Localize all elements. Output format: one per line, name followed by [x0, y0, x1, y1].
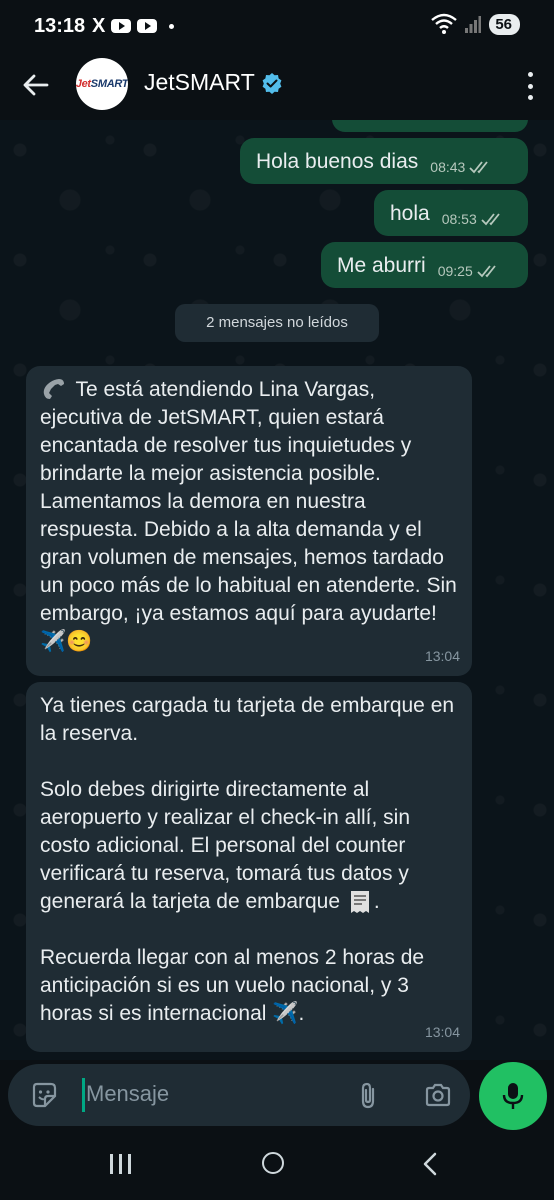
message-paragraph: Recuerda llegar con al menos 2 horas de … [40, 946, 425, 1025]
signal-icon [465, 16, 482, 33]
chat-header: JetSMART JetSMART [0, 52, 554, 120]
message-time: 13:04 [424, 648, 460, 664]
nav-back-icon[interactable] [420, 1152, 442, 1176]
double-check-icon [481, 213, 500, 226]
incoming-message[interactable]: Te está atendiendo Lina Vargas, ejecutiv… [26, 366, 472, 676]
message-text: Hola buenos dias [256, 150, 419, 173]
youtube-icon [137, 19, 158, 33]
notification-icons: X [92, 15, 175, 37]
chat-area[interactable]: Hola buenos dias 08:43 hola 08:53 Me abu… [0, 120, 554, 1060]
paperclip-icon[interactable] [354, 1081, 382, 1109]
message-input[interactable]: Mensaje [86, 1081, 169, 1107]
message-text: Me aburri [337, 254, 426, 277]
contact-name: JetSMART [144, 69, 255, 95]
message-paragraph: Ya tienes cargada tu tarjeta de embarque… [40, 694, 455, 745]
home-icon[interactable] [262, 1152, 284, 1174]
text-cursor [82, 1078, 85, 1112]
status-time: 13:18 [34, 15, 86, 37]
message-paragraph: Solo debes dirigirte directamente al aer… [40, 776, 458, 916]
camera-icon[interactable] [424, 1081, 452, 1109]
system-icons: 56 [431, 13, 520, 35]
message-time: 09:25 [437, 263, 473, 279]
avatar[interactable]: JetSMART [76, 58, 128, 110]
contact-name-area[interactable]: JetSMART [144, 69, 283, 96]
outgoing-message[interactable]: Hola buenos dias 08:43 [240, 138, 528, 184]
x-app-icon: X [92, 15, 106, 37]
message-time: 08:43 [430, 159, 466, 175]
message-meta: 08:43 [430, 158, 493, 176]
outgoing-message[interactable]: hola 08:53 [374, 190, 528, 236]
verified-badge-icon [262, 72, 282, 94]
receipt-icon [350, 891, 369, 914]
jetsmart-logo: JetSMART [76, 78, 128, 90]
message-text: hola [390, 202, 430, 225]
microphone-button[interactable] [479, 1062, 547, 1130]
double-check-icon [469, 161, 489, 174]
unread-messages-divider: 2 mensajes no leídos [175, 304, 379, 342]
incoming-message[interactable]: Ya tienes cargada tu tarjeta de embarque… [26, 682, 472, 1052]
microphone-icon [502, 1083, 524, 1109]
airplane-smile-emoji: ✈️😊 [40, 630, 93, 653]
back-arrow-icon[interactable] [20, 70, 50, 100]
message-meta: 08:53 [442, 210, 505, 228]
message-bubble-partial [332, 120, 528, 132]
message-composer: Mensaje [0, 1060, 554, 1132]
wifi-icon [431, 13, 458, 34]
status-bar: 13:18 X 56 [0, 0, 554, 52]
more-options-icon[interactable] [524, 68, 536, 104]
message-time: 08:53 [441, 211, 477, 227]
message-text: Te está atendiendo Lina Vargas, ejecutiv… [40, 378, 457, 653]
more-notifications-dot-icon [169, 23, 175, 29]
youtube-icon [111, 19, 132, 33]
telephone-icon [43, 379, 64, 400]
outgoing-message[interactable]: Me aburri 09:25 [321, 242, 528, 288]
system-navigation-bar [0, 1132, 554, 1200]
sticker-icon[interactable] [30, 1081, 58, 1109]
message-meta: 09:25 [438, 262, 501, 280]
recent-apps-icon[interactable] [110, 1154, 131, 1174]
message-time: 13:04 [424, 1024, 460, 1040]
airplane-emoji: ✈️ [272, 1002, 299, 1025]
double-check-icon [477, 265, 496, 278]
battery-icon: 56 [489, 13, 520, 35]
message-input-container[interactable]: Mensaje [8, 1064, 470, 1126]
